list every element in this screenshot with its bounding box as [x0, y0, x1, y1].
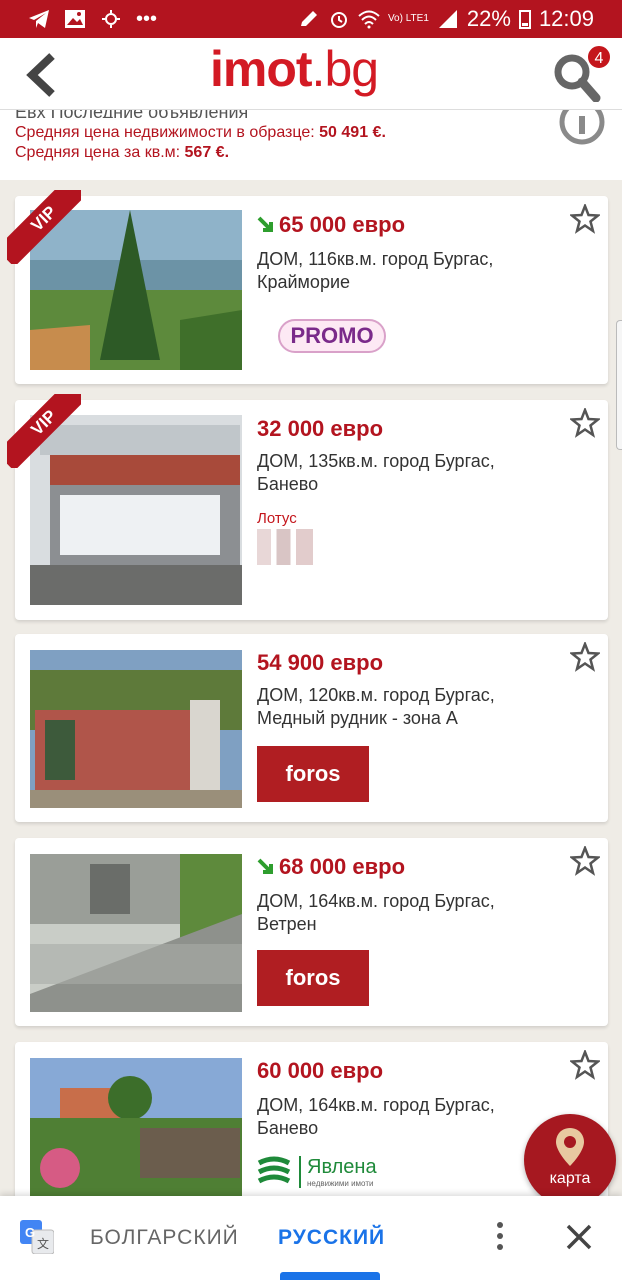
close-icon[interactable]	[564, 1222, 594, 1252]
listing-description: ДОМ, 135кв.м. город Бургас, Банево	[257, 451, 495, 494]
avg-price-line: Средняя цена недвижимости в образце: 50 …	[15, 124, 607, 142]
listing-card[interactable]: VIP 65 000 евро ДОМ, 116кв.м. город Бург…	[7, 190, 608, 384]
favorite-star-icon[interactable]	[570, 408, 600, 438]
agency-logo[interactable]: Лотус	[257, 510, 317, 568]
avg-price-value: 50 491 €.	[319, 124, 386, 141]
listing-card[interactable]: VIP 32 000 евро ДОМ, 135кв.м. город Бург…	[7, 394, 608, 620]
price-down-arrow-icon	[257, 216, 273, 232]
agency-subtitle: недвижими имоти	[307, 1179, 374, 1188]
listing-photo[interactable]	[30, 650, 242, 808]
clock: 12:09	[538, 6, 594, 31]
wifi-icon	[358, 10, 380, 29]
target-language-tab[interactable]: РУССКИЙ	[278, 1226, 385, 1250]
price-text: 60 000 евро	[257, 1058, 384, 1083]
map-button[interactable]: карта	[524, 1114, 616, 1206]
signal-icon	[438, 10, 457, 28]
svg-text:文: 文	[37, 1236, 49, 1251]
agency-logo[interactable]: Явлена недвижими имоти	[257, 1152, 427, 1192]
listing-price: 60 000 евро	[257, 1058, 383, 1084]
yavlena-logo-icon	[257, 1156, 291, 1184]
listing-photo[interactable]	[30, 854, 242, 1012]
section-heading: Евх Последние объявления	[15, 110, 607, 118]
listing-card[interactable]: 68 000 евро ДОМ, 164кв.м. город Бургас, …	[15, 838, 608, 1026]
agency-name: PROMO	[278, 319, 386, 353]
favorite-star-icon[interactable]	[570, 204, 600, 234]
battery-icon	[518, 10, 531, 29]
vip-ribbon: VIP	[7, 394, 81, 468]
favorite-star-icon[interactable]	[570, 642, 600, 672]
price-text: 32 000 евро	[257, 416, 384, 441]
price-down-arrow-icon	[257, 858, 273, 874]
listing-description: ДОМ, 164кв.м. город Бургас, Банево	[257, 1095, 495, 1138]
listing-card[interactable]: 60 000 евро ДОМ, 164кв.м. город Бургас, …	[15, 1042, 608, 1202]
agency-name: foros	[285, 965, 341, 990]
agency-logo[interactable]: PROMO	[257, 310, 407, 362]
source-language-tab[interactable]: БОЛГАРСКИЙ	[90, 1226, 239, 1250]
active-tab-indicator	[280, 1272, 380, 1280]
network-label: Vo) LTE1	[387, 13, 429, 24]
logo-main: imot	[210, 41, 313, 97]
alarm-icon	[330, 12, 347, 28]
listing-price: 68 000 евро	[257, 854, 405, 880]
favorite-star-icon[interactable]	[570, 1050, 600, 1080]
agency-logo[interactable]: foros	[257, 950, 369, 1006]
app-header: imot.bg 4	[0, 38, 622, 110]
listing-description: ДОМ, 116кв.м. город Бургас, Крайморие	[257, 249, 494, 292]
scroll-indicator[interactable]	[616, 320, 622, 450]
vip-ribbon: VIP	[7, 190, 81, 264]
battery-percent: 22%	[466, 6, 511, 31]
agency-logo[interactable]: foros	[257, 746, 369, 802]
avg-price-label: Средняя цена недвижимости в образце:	[15, 124, 315, 141]
agency-name: Явлена	[307, 1156, 377, 1178]
map-pin-icon	[556, 1128, 584, 1166]
listing-photo[interactable]	[30, 1058, 242, 1198]
listing-price: 54 900 евро	[257, 650, 383, 676]
agency-name: Лотус	[257, 510, 297, 527]
telegram-icon	[29, 10, 49, 28]
listing-card[interactable]: 54 900 евро ДОМ, 120кв.м. город Бургас, …	[15, 634, 608, 822]
weather-icon	[102, 10, 120, 28]
logo-tld: .bg	[311, 41, 380, 97]
search-count-badge: 4	[586, 44, 612, 70]
svg-text:G: G	[25, 1225, 35, 1240]
agency-name: foros	[285, 761, 341, 786]
imot-logo[interactable]: imot.bg	[210, 40, 380, 98]
gallery-icon	[65, 10, 85, 28]
google-translate-icon[interactable]: G文	[20, 1220, 54, 1254]
back-arrow-icon[interactable]	[18, 50, 68, 100]
vip-label: VIP	[7, 190, 81, 264]
translate-bar: G文 БОЛГАРСКИЙ РУССКИЙ	[0, 1196, 622, 1280]
more-notifications-icon: •••	[136, 7, 158, 30]
avg-sqm-value: 567 €.	[184, 144, 230, 161]
map-button-label: карта	[549, 1170, 591, 1187]
avg-sqm-label: Средняя цена за кв.м:	[15, 144, 181, 161]
price-text: 68 000 евро	[279, 854, 406, 879]
agency-text-block: Явлена недвижими имоти	[299, 1156, 377, 1188]
price-text: 54 900 евро	[257, 650, 384, 675]
status-bar: ••• Vo) LTE1 22% 12:09	[0, 0, 622, 38]
avg-sqm-line: Средняя цена за кв.м: 567 €.	[15, 144, 607, 162]
listing-price: 65 000 евро	[257, 212, 405, 238]
listing-description: ДОМ, 120кв.м. город Бургас, Медный рудни…	[257, 685, 495, 728]
listing-summary: Евх Последние объявления Средняя цена не…	[0, 110, 622, 180]
price-text: 65 000 евро	[279, 212, 406, 237]
vip-label: VIP	[7, 394, 81, 468]
listing-price: 32 000 евро	[257, 416, 383, 442]
agency-logo-graphic	[257, 529, 313, 565]
edit-icon	[300, 11, 317, 26]
listing-description: ДОМ, 164кв.м. город Бургас, Ветрен	[257, 891, 495, 934]
more-options-icon[interactable]	[490, 1220, 510, 1252]
favorite-star-icon[interactable]	[570, 846, 600, 876]
